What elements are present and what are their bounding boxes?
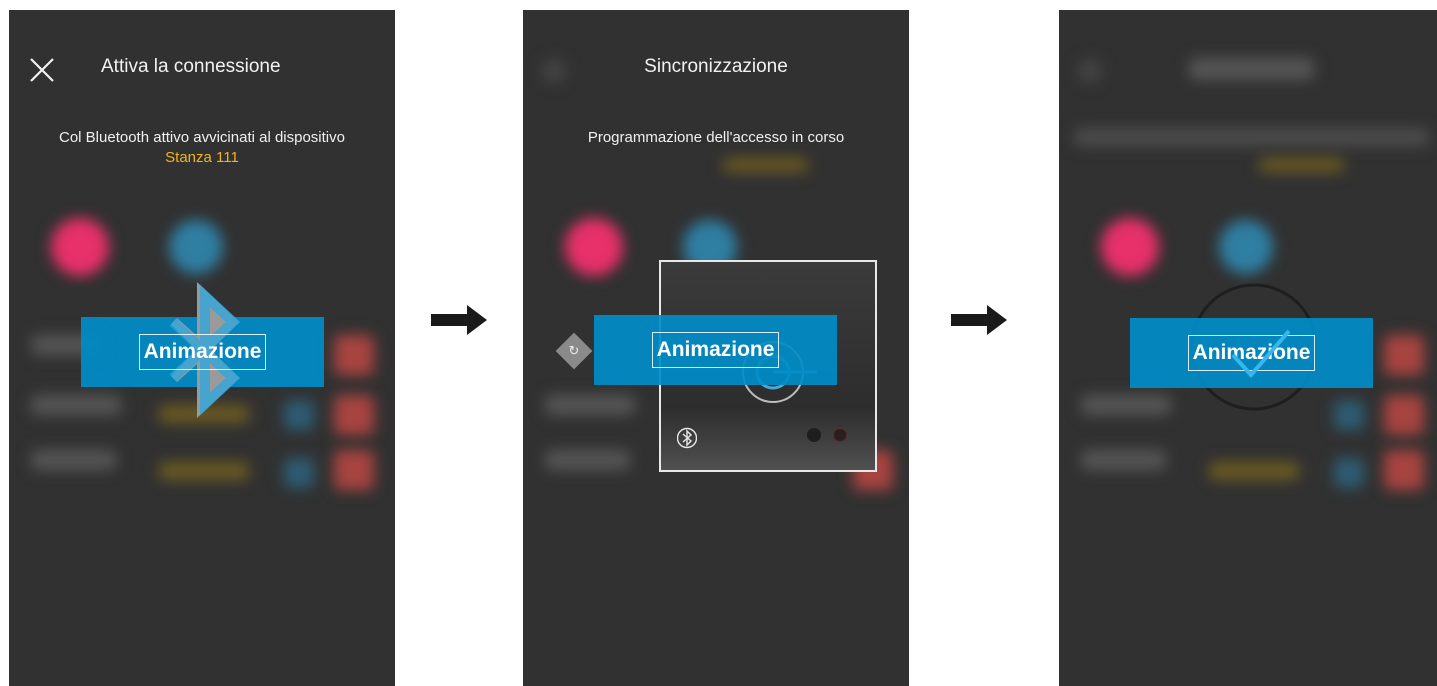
screen-completed: Animazione xyxy=(1059,10,1437,686)
blurred-yellow-bar xyxy=(1209,462,1299,480)
blurred-pink-circle xyxy=(1101,218,1159,276)
blurred-yellow-bar xyxy=(1259,158,1344,172)
blurred-red-square xyxy=(1384,395,1424,435)
blurred-red-square xyxy=(334,450,374,490)
page-title: Sincronizzazione xyxy=(644,56,788,77)
blurred-row xyxy=(545,395,635,415)
blurred-header-icon xyxy=(1079,60,1101,82)
blurred-row xyxy=(31,450,116,470)
blurred-blue-square xyxy=(1334,458,1364,488)
close-icon[interactable] xyxy=(29,57,55,83)
blurred-red-square xyxy=(334,335,374,375)
blurred-yellow-bar xyxy=(159,462,249,480)
blurred-pink-circle xyxy=(51,218,109,276)
animation-label: Animazione xyxy=(651,332,780,368)
status-text: Programmazione dell'accesso in corso xyxy=(587,129,845,146)
blurred-blue-square xyxy=(284,400,314,430)
blurred-message xyxy=(1074,128,1429,146)
blurred-row xyxy=(1081,450,1166,470)
arrow-right-icon xyxy=(951,305,1007,335)
check-icon xyxy=(1231,329,1291,379)
blurred-red-square xyxy=(1384,450,1424,490)
page-title: Attiva la connessione xyxy=(101,56,281,77)
screen-activate-connection: Attiva la connessione Col Bluetooth atti… xyxy=(9,10,395,686)
arrow-right-icon xyxy=(431,305,487,335)
indicator-dot xyxy=(833,428,847,442)
bluetooth-icon xyxy=(677,427,697,449)
blurred-row xyxy=(31,395,121,415)
animation-banner: Animazione xyxy=(594,315,837,385)
blurred-row xyxy=(1081,395,1171,415)
sync-icon: ↻ xyxy=(555,332,593,370)
blurred-blue-square xyxy=(284,458,314,488)
blurred-blue-circle xyxy=(1219,220,1273,274)
room-name: Stanza 111 xyxy=(165,149,239,166)
blurred-title xyxy=(1189,58,1314,80)
blurred-blue-circle xyxy=(169,220,223,274)
blurred-blue-square xyxy=(1334,400,1364,430)
blurred-red-square xyxy=(1384,335,1424,375)
blurred-row xyxy=(545,450,630,470)
blurred-pink-circle xyxy=(565,218,623,276)
instruction-text: Col Bluetooth attivo avvicinati al dispo… xyxy=(9,128,395,168)
blurred-red-square xyxy=(334,395,374,435)
blurred-yellow-bar xyxy=(723,158,808,172)
indicator-dot xyxy=(807,428,821,442)
screen-synchronization: Sincronizzazione Programmazione dell'acc… xyxy=(523,10,909,686)
animation-label: Animazione xyxy=(138,334,267,370)
instruction-line: Col Bluetooth attivo avvicinati al dispo… xyxy=(59,129,345,146)
